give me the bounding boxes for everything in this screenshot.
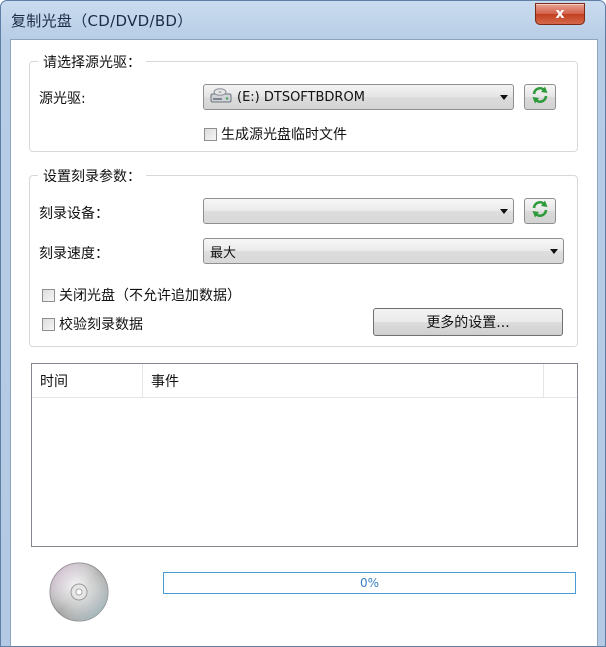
refresh-icon — [530, 85, 550, 109]
source-drive-label: 源光驱: — [39, 91, 86, 107]
burn-device-label: 刻录设备： — [39, 206, 109, 222]
source-drive-select[interactable]: (E:) DTSOFTBDROM — [203, 84, 514, 110]
burn-group-title: 设置刻录参数： — [38, 166, 146, 186]
source-group-title: 请选择源光驱： — [38, 52, 146, 72]
burn-device-select[interactable] — [203, 198, 514, 224]
verify-checkbox[interactable]: 校验刻录数据 — [42, 314, 143, 334]
copy-disc-window: 复制光盘（CD/DVD/BD） x 请选择源光驱： 源光驱: (E:) DTSO… — [0, 0, 606, 647]
window-title: 复制光盘（CD/DVD/BD） — [11, 12, 193, 30]
cd-disc-icon — [47, 560, 111, 624]
optical-drive-icon — [210, 86, 232, 108]
dialog-client-area: 请选择源光驱： 源光驱: (E:) DTSOFTBDROM 生成源光盘临时文件 … — [10, 39, 598, 646]
refresh-device-button[interactable] — [524, 198, 556, 224]
temp-file-checkbox-label: 生成源光盘临时文件 — [221, 127, 347, 143]
progress-text: 0% — [359, 576, 380, 590]
close-disc-checkbox[interactable]: 关闭光盘（不允许追加数据） — [42, 285, 241, 305]
temp-file-checkbox-box[interactable] — [204, 127, 217, 141]
more-settings-button[interactable]: 更多的设置... — [373, 308, 563, 336]
close-button[interactable]: x — [535, 3, 585, 25]
chevron-down-icon — [495, 208, 513, 214]
column-header-event[interactable]: 事件 — [143, 364, 543, 398]
close-disc-checkbox-label: 关闭光盘（不允许追加数据） — [59, 288, 241, 304]
temp-file-checkbox[interactable]: 生成源光盘临时文件 — [204, 124, 347, 144]
refresh-icon — [530, 199, 550, 223]
burn-speed-label: 刻录速度： — [39, 246, 109, 262]
burn-speed-select[interactable]: 最大 — [203, 238, 564, 264]
verify-checkbox-label: 校验刻录数据 — [59, 317, 143, 333]
close-disc-checkbox-box[interactable] — [42, 288, 55, 302]
verify-checkbox-box[interactable] — [42, 317, 55, 331]
event-log-list[interactable]: 时间 事件 — [31, 363, 578, 547]
burn-progress-bar: 0% — [163, 572, 576, 594]
chevron-down-icon — [545, 248, 563, 254]
chevron-down-icon — [495, 94, 513, 100]
refresh-source-button[interactable] — [524, 84, 556, 110]
source-drive-value: (E:) DTSOFTBDROM — [237, 89, 365, 105]
column-header-time[interactable]: 时间 — [32, 364, 142, 398]
title-bar[interactable]: 复制光盘（CD/DVD/BD） x — [1, 1, 605, 39]
burn-speed-value: 最大 — [210, 245, 237, 261]
event-log-header: 时间 事件 — [32, 364, 577, 398]
